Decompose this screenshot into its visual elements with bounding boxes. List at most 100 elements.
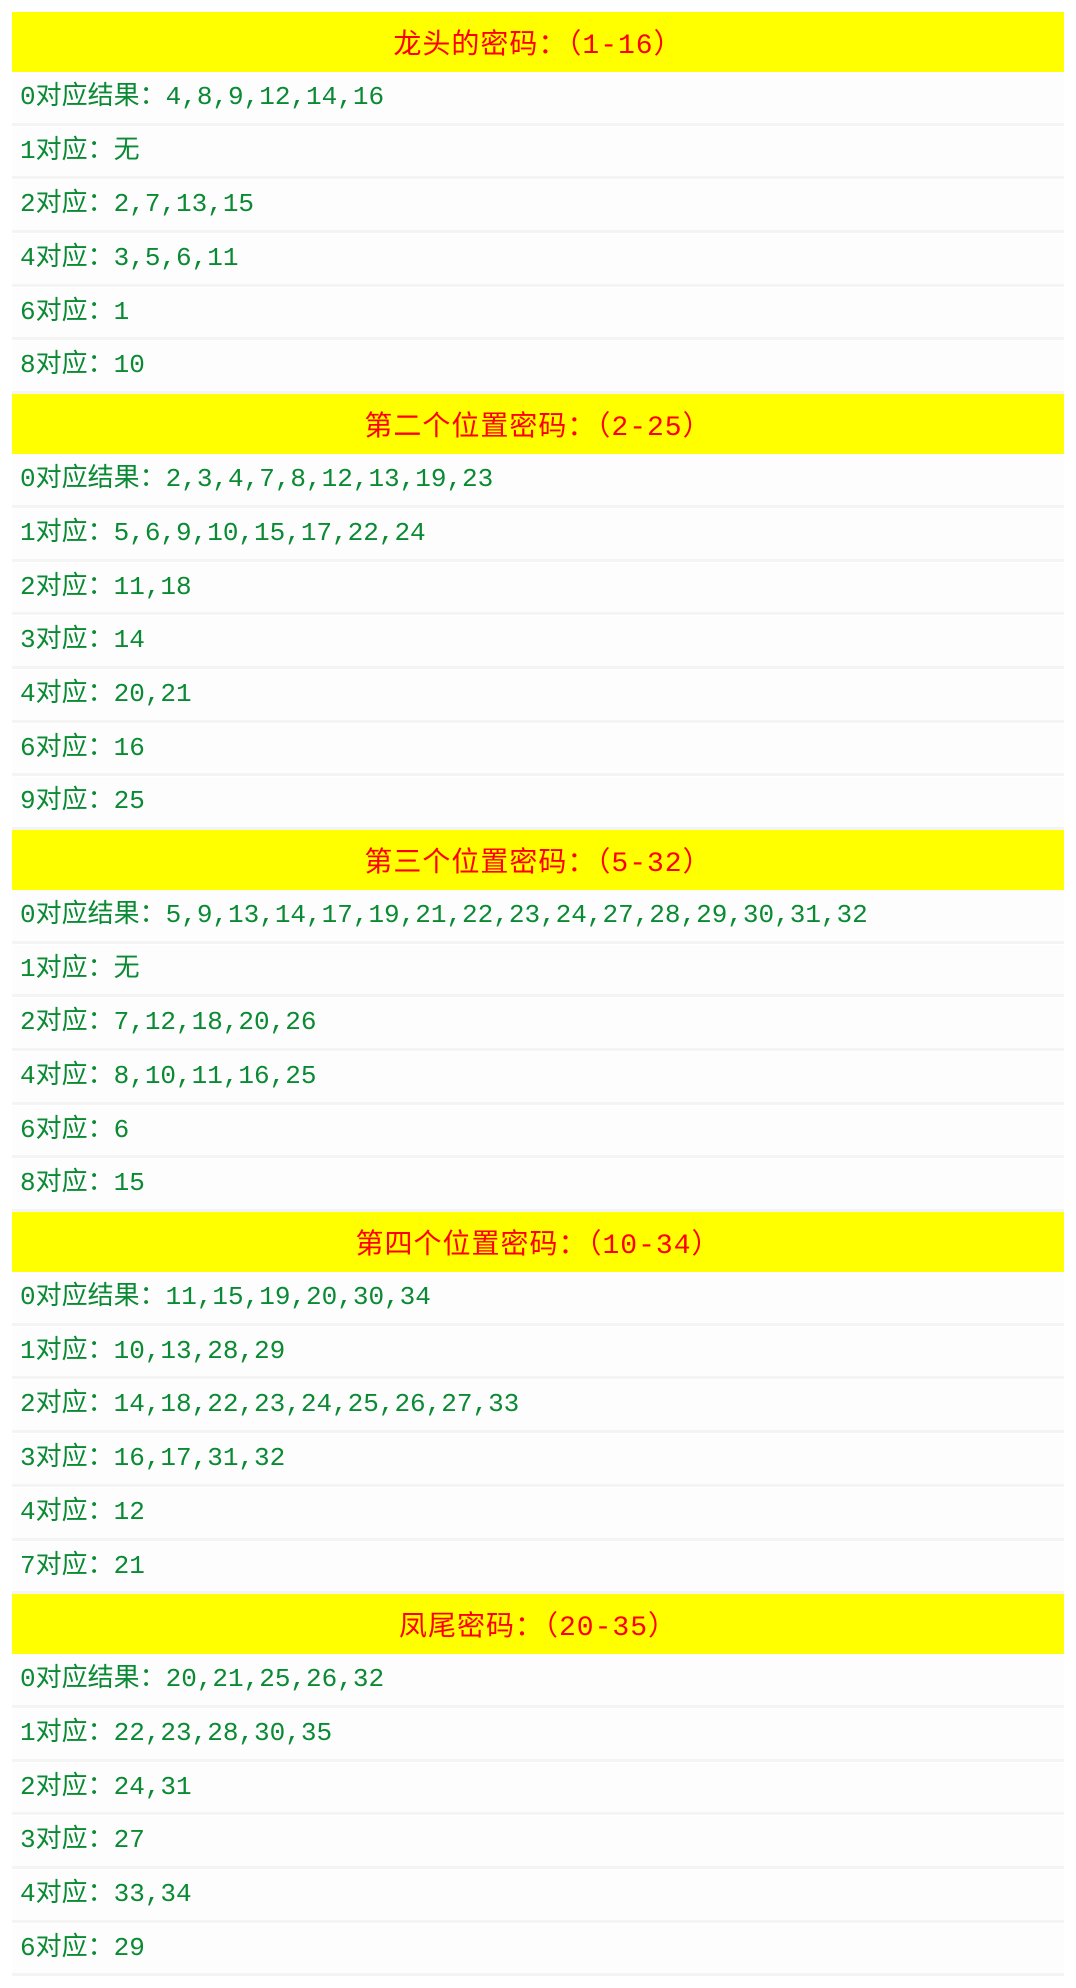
row-value: 8,10,11,16,25 bbox=[114, 1061, 317, 1091]
code-table: 龙头的密码：（1-16）0对应结果：4,8,9,12,14,161对应：无2对应… bbox=[0, 0, 1076, 1988]
data-row: 0对应结果：20,21,25,26,32 bbox=[12, 1654, 1064, 1708]
data-row: 3对应：16,17,31,32 bbox=[12, 1433, 1064, 1487]
row-value: 4,8,9,12,14,16 bbox=[166, 82, 384, 112]
row-key: 3对应： bbox=[20, 625, 114, 655]
row-value: 2,7,13,15 bbox=[114, 189, 254, 219]
data-row: 2对应：14,18,22,23,24,25,26,27,33 bbox=[12, 1379, 1064, 1433]
section-header: 第三个位置密码：（5-32） bbox=[12, 830, 1064, 890]
data-row: 4对应：20,21 bbox=[12, 669, 1064, 723]
row-key: 0对应结果： bbox=[20, 1664, 166, 1694]
row-key: 1对应： bbox=[20, 518, 114, 548]
data-row: 1对应：无 bbox=[12, 944, 1064, 998]
row-key: 2对应： bbox=[20, 572, 114, 602]
row-key: 1对应： bbox=[20, 954, 114, 984]
row-key: 8对应： bbox=[20, 1168, 114, 1198]
data-row: 0对应结果：2,3,4,7,8,12,13,19,23 bbox=[12, 454, 1064, 508]
row-key: 1对应： bbox=[20, 136, 114, 166]
data-row: 0对应结果：4,8,9,12,14,16 bbox=[12, 72, 1064, 126]
section-header: 龙头的密码：（1-16） bbox=[12, 12, 1064, 72]
data-row: 9对应：25 bbox=[12, 776, 1064, 830]
row-key: 8对应： bbox=[20, 350, 114, 380]
section-header: 凤尾密码：（20-35） bbox=[12, 1594, 1064, 1654]
row-value: 27 bbox=[114, 1825, 145, 1855]
data-row: 6对应：6 bbox=[12, 1105, 1064, 1159]
data-row: 8对应：15 bbox=[12, 1158, 1064, 1212]
row-key: 2对应： bbox=[20, 1772, 114, 1802]
row-key: 0对应结果： bbox=[20, 464, 166, 494]
row-value: 15 bbox=[114, 1168, 145, 1198]
section-header: 第四个位置密码：（10-34） bbox=[12, 1212, 1064, 1272]
data-row: 1对应：22,23,28,30,35 bbox=[12, 1708, 1064, 1762]
data-row: 3对应：27 bbox=[12, 1815, 1064, 1869]
data-row: 8对应：10 bbox=[12, 340, 1064, 394]
section: 龙头的密码：（1-16）0对应结果：4,8,9,12,14,161对应：无2对应… bbox=[12, 12, 1064, 394]
row-key: 6对应： bbox=[20, 1933, 114, 1963]
data-row: 4对应：3,5,6,11 bbox=[12, 233, 1064, 287]
row-value: 3,5,6,11 bbox=[114, 243, 239, 273]
row-value: 12 bbox=[114, 1497, 145, 1527]
row-value: 5,6,9,10,15,17,22,24 bbox=[114, 518, 426, 548]
data-row: 0对应结果：11,15,19,20,30,34 bbox=[12, 1272, 1064, 1326]
row-value: 14 bbox=[114, 625, 145, 655]
data-row: 4对应：12 bbox=[12, 1487, 1064, 1541]
row-key: 1对应： bbox=[20, 1718, 114, 1748]
row-value: 20,21,25,26,32 bbox=[166, 1664, 384, 1694]
row-value: 11,18 bbox=[114, 572, 192, 602]
data-row: 1对应：10,13,28,29 bbox=[12, 1326, 1064, 1380]
row-key: 4对应： bbox=[20, 679, 114, 709]
data-row: 0对应结果：5,9,13,14,17,19,21,22,23,24,27,28,… bbox=[12, 890, 1064, 944]
data-row: 2对应：24,31 bbox=[12, 1762, 1064, 1816]
row-key: 3对应： bbox=[20, 1443, 114, 1473]
row-value: 11,15,19,20,30,34 bbox=[166, 1282, 431, 1312]
row-value: 7,12,18,20,26 bbox=[114, 1007, 317, 1037]
data-row: 7对应：21 bbox=[12, 1541, 1064, 1595]
row-value: 20,21 bbox=[114, 679, 192, 709]
row-value: 1 bbox=[114, 297, 130, 327]
row-value: 14,18,22,23,24,25,26,27,33 bbox=[114, 1389, 520, 1419]
row-key: 6对应： bbox=[20, 1115, 114, 1145]
section: 第三个位置密码：（5-32）0对应结果：5,9,13,14,17,19,21,2… bbox=[12, 830, 1064, 1212]
row-value: 5,9,13,14,17,19,21,22,23,24,27,28,29,30,… bbox=[166, 900, 868, 930]
section-header: 第二个位置密码：（2-25） bbox=[12, 394, 1064, 454]
row-key: 6对应： bbox=[20, 733, 114, 763]
row-key: 4对应： bbox=[20, 1879, 114, 1909]
section: 第二个位置密码：（2-25）0对应结果：2,3,4,7,8,12,13,19,2… bbox=[12, 394, 1064, 830]
data-row: 2对应：11,18 bbox=[12, 562, 1064, 616]
row-key: 0对应结果： bbox=[20, 82, 166, 112]
row-value: 10,13,28,29 bbox=[114, 1336, 286, 1366]
section: 凤尾密码：（20-35）0对应结果：20,21,25,26,321对应：22,2… bbox=[12, 1594, 1064, 1976]
row-key: 9对应： bbox=[20, 786, 114, 816]
data-row: 1对应：无 bbox=[12, 126, 1064, 180]
data-row: 2对应：2,7,13,15 bbox=[12, 179, 1064, 233]
row-key: 0对应结果： bbox=[20, 900, 166, 930]
row-key: 6对应： bbox=[20, 297, 114, 327]
row-value: 21 bbox=[114, 1551, 145, 1581]
row-key: 2对应： bbox=[20, 1389, 114, 1419]
row-value: 无 bbox=[114, 954, 140, 984]
row-key: 2对应： bbox=[20, 189, 114, 219]
row-key: 3对应： bbox=[20, 1825, 114, 1855]
row-value: 24,31 bbox=[114, 1772, 192, 1802]
row-key: 4对应： bbox=[20, 1061, 114, 1091]
row-value: 33,34 bbox=[114, 1879, 192, 1909]
row-key: 4对应： bbox=[20, 243, 114, 273]
data-row: 6对应：29 bbox=[12, 1923, 1064, 1977]
row-key: 1对应： bbox=[20, 1336, 114, 1366]
row-key: 2对应： bbox=[20, 1007, 114, 1037]
row-value: 2,3,4,7,8,12,13,19,23 bbox=[166, 464, 494, 494]
data-row: 1对应：5,6,9,10,15,17,22,24 bbox=[12, 508, 1064, 562]
data-row: 4对应：33,34 bbox=[12, 1869, 1064, 1923]
row-key: 7对应： bbox=[20, 1551, 114, 1581]
row-value: 25 bbox=[114, 786, 145, 816]
data-row: 4对应：8,10,11,16,25 bbox=[12, 1051, 1064, 1105]
row-value: 29 bbox=[114, 1933, 145, 1963]
section: 第四个位置密码：（10-34）0对应结果：11,15,19,20,30,341对… bbox=[12, 1212, 1064, 1594]
row-value: 22,23,28,30,35 bbox=[114, 1718, 332, 1748]
row-value: 无 bbox=[114, 136, 140, 166]
row-value: 16,17,31,32 bbox=[114, 1443, 286, 1473]
row-key: 4对应： bbox=[20, 1497, 114, 1527]
row-value: 6 bbox=[114, 1115, 130, 1145]
row-key: 0对应结果： bbox=[20, 1282, 166, 1312]
data-row: 6对应：1 bbox=[12, 287, 1064, 341]
data-row: 3对应：14 bbox=[12, 615, 1064, 669]
